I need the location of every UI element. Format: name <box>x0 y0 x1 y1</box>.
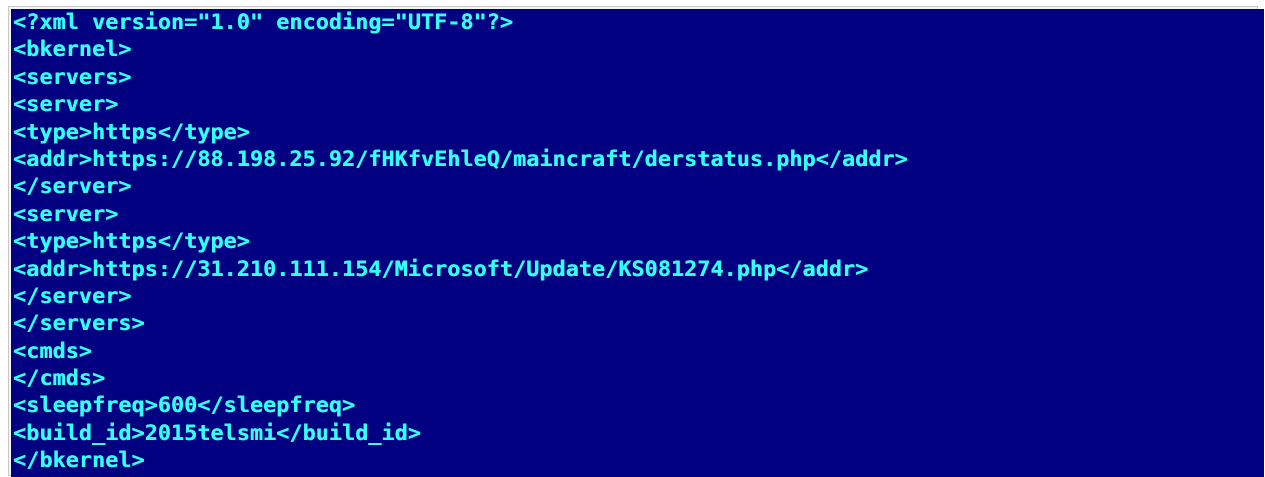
xml-line: <addr>https://88.198.25.92/fHKfvEhleQ/ma… <box>13 146 908 172</box>
xml-line: <addr>https://31.210.111.154/Microsoft/U… <box>13 256 869 282</box>
xml-line: </server> <box>13 283 132 309</box>
console-window: <?xml version="1.0" encoding="UTF-8"?> <… <box>11 9 1264 477</box>
xml-line: </cmds> <box>13 366 106 392</box>
xml-line: <sleepfreq>600</sleepfreq> <box>13 393 356 419</box>
xml-line: <bkernel> <box>13 37 132 63</box>
xml-line: <servers> <box>13 64 132 90</box>
xml-listing: <?xml version="1.0" encoding="UTF-8"?> <… <box>11 9 908 475</box>
xml-line: <cmds> <box>13 338 92 364</box>
xml-line: <server> <box>13 92 119 118</box>
xml-line: <type>https</type> <box>13 229 250 255</box>
xml-line: <?xml version="1.0" encoding="UTF-8"?> <box>13 10 513 35</box>
xml-line: <type>https</type> <box>13 119 250 145</box>
xml-line: </server> <box>13 174 132 200</box>
xml-line: <build_id>2015telsmi</build_id> <box>13 420 421 446</box>
xml-line: </bkernel> <box>13 448 145 474</box>
xml-line: <server> <box>13 201 119 227</box>
xml-line: </servers> <box>13 311 145 337</box>
